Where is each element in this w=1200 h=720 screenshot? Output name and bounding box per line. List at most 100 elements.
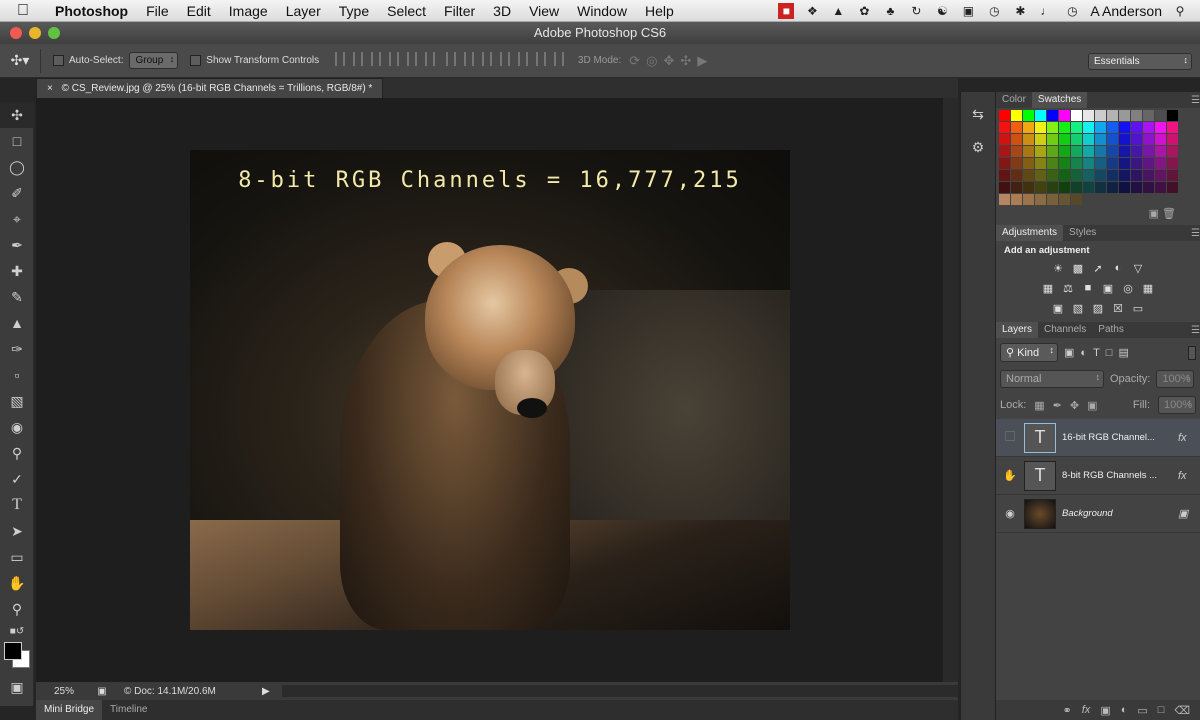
lock-transparent-icon[interactable]: ▦ (1034, 399, 1044, 412)
color-swatch[interactable] (1095, 122, 1106, 133)
color-swatch[interactable] (1143, 146, 1154, 157)
status-menu-arrow-icon[interactable]: ▶ (262, 686, 270, 697)
panel-menu-icon[interactable]: ☰ (1191, 95, 1200, 106)
color-swatch[interactable] (1071, 182, 1082, 193)
tab-swatches[interactable]: Swatches (1031, 92, 1088, 108)
sync-icon[interactable]: ↻ (908, 3, 924, 19)
canvas-area[interactable]: 8-bit RGB Channels = 16,777,215 (36, 98, 958, 682)
color-swatch[interactable] (999, 194, 1010, 205)
color-swatch[interactable] (1071, 134, 1082, 145)
color-swatch[interactable] (1011, 134, 1022, 145)
type-layer-thumbnail[interactable]: T (1024, 460, 1056, 491)
color-swatch[interactable] (1107, 158, 1118, 169)
color-swatch[interactable] (1131, 194, 1142, 205)
filter-smart-icon[interactable]: ▤ (1118, 346, 1128, 359)
eyedropper-tool-icon[interactable]: ✒ (0, 232, 34, 258)
spotlight-search-icon[interactable]: ⚲ (1172, 3, 1188, 19)
apple-icon[interactable]:  (0, 2, 46, 20)
tab-paths[interactable]: Paths (1092, 322, 1130, 338)
close-window-button[interactable] (10, 27, 22, 39)
color-swatch[interactable] (1023, 170, 1034, 181)
color-swatch[interactable] (1083, 182, 1094, 193)
clock-icon[interactable]: ◷ (1064, 3, 1080, 19)
tab-channels[interactable]: Channels (1038, 322, 1092, 338)
color-swatch[interactable] (1167, 182, 1178, 193)
menu-view[interactable]: View (520, 3, 568, 19)
blur-tool-icon[interactable]: ◉ (0, 414, 34, 440)
move-tool-preset-icon[interactable]: ✣▾ (0, 52, 40, 69)
color-swatch[interactable] (1011, 110, 1022, 121)
align-bottom-icon[interactable] (371, 52, 382, 66)
new-layer-icon[interactable]: □ (1158, 704, 1165, 716)
type-layer-thumbnail[interactable]: T (1024, 422, 1056, 453)
fx-icon[interactable]: fx (1178, 470, 1200, 482)
shape-tool-icon[interactable]: ▭ (0, 544, 34, 570)
color-swatch[interactable] (1167, 146, 1178, 157)
color-swatch[interactable] (1047, 134, 1058, 145)
document-tab[interactable]: × © CS_Review.jpg @ 25% (16-bit RGB Chan… (36, 78, 384, 98)
lock-image-icon[interactable]: ✒ (1053, 399, 1062, 412)
menu-edit[interactable]: Edit (178, 3, 220, 19)
color-balance-icon[interactable]: ⚖ (1060, 280, 1076, 296)
color-swatch[interactable] (1011, 182, 1022, 193)
new-group-icon[interactable]: ▭ (1137, 704, 1147, 717)
posterize-icon[interactable]: ▧ (1070, 300, 1086, 316)
color-swatch[interactable] (1119, 110, 1130, 121)
panel-menu-icon[interactable]: ☰ (1191, 228, 1200, 239)
color-swatch[interactable] (1035, 134, 1046, 145)
threshold-icon[interactable]: ▨ (1090, 300, 1106, 316)
auto-select-dropdown[interactable]: Group (129, 52, 179, 69)
color-swatch[interactable] (1035, 158, 1046, 169)
quick-select-tool-icon[interactable]: ✐ (0, 180, 34, 206)
document-image[interactable]: 8-bit RGB Channels = 16,777,215 (190, 150, 790, 630)
color-swatch[interactable] (1059, 194, 1070, 205)
color-swatch[interactable] (1095, 134, 1106, 145)
menu-type[interactable]: Type (330, 3, 378, 19)
photo-filter-icon[interactable]: ▣ (1100, 280, 1116, 296)
color-swatch[interactable] (1047, 194, 1058, 205)
gradient-tool-icon[interactable]: ▧ (0, 388, 34, 414)
color-swatch[interactable] (999, 110, 1010, 121)
status-info-icon[interactable]: ▣ (92, 686, 112, 697)
color-swatch[interactable] (1047, 182, 1058, 193)
color-swatch[interactable] (1155, 182, 1166, 193)
color-swatch[interactable] (1083, 110, 1094, 121)
layer-row[interactable]: ◉ Background ▣ (996, 495, 1200, 533)
brightness-icon[interactable]: ☀ (1050, 260, 1066, 276)
color-swatch[interactable] (1155, 194, 1166, 205)
color-swatch[interactable] (1071, 146, 1082, 157)
color-swatch[interactable] (999, 170, 1010, 181)
color-swatch[interactable] (999, 134, 1010, 145)
exposure-icon[interactable]: ◐ (1110, 260, 1126, 276)
layer-name[interactable]: 8-bit RGB Channels ... (1062, 470, 1178, 481)
color-swatch[interactable] (1119, 134, 1130, 145)
color-swatch[interactable] (1131, 122, 1142, 133)
volume-icon[interactable]: ♩ (1038, 3, 1054, 19)
dropbox-icon[interactable]: ❖ (804, 3, 820, 19)
color-swatch[interactable] (1071, 110, 1082, 121)
color-swatch[interactable] (1023, 122, 1034, 133)
zoom-level[interactable]: 25% (36, 686, 92, 697)
color-swatch[interactable] (1047, 170, 1058, 181)
color-swatch[interactable] (1143, 158, 1154, 169)
color-swatch[interactable] (1011, 122, 1022, 133)
accessibility-icon[interactable]: ☯ (934, 3, 950, 19)
color-swatch[interactable] (1071, 122, 1082, 133)
color-swatch[interactable] (1167, 110, 1178, 121)
menu-app[interactable]: Photoshop (46, 3, 137, 19)
color-swatch[interactable] (1023, 110, 1034, 121)
lock-all-icon[interactable]: ▣ (1087, 399, 1097, 412)
auto-select-checkbox[interactable] (53, 55, 64, 66)
fx-icon[interactable]: fx (1178, 432, 1200, 444)
delete-layer-icon[interactable]: ⌫ (1174, 704, 1190, 717)
menu-3d[interactable]: 3D (484, 3, 520, 19)
tab-color[interactable]: Color (996, 92, 1032, 108)
color-swatch[interactable] (1119, 170, 1130, 181)
color-swatch[interactable] (1131, 134, 1142, 145)
color-swatch[interactable] (1083, 170, 1094, 181)
color-swatch[interactable] (1155, 170, 1166, 181)
vertical-scrollbar[interactable] (943, 98, 958, 682)
color-swatch[interactable] (1143, 194, 1154, 205)
default-colors-icon[interactable]: ■↺ (0, 622, 34, 640)
color-swatch[interactable] (1035, 110, 1046, 121)
